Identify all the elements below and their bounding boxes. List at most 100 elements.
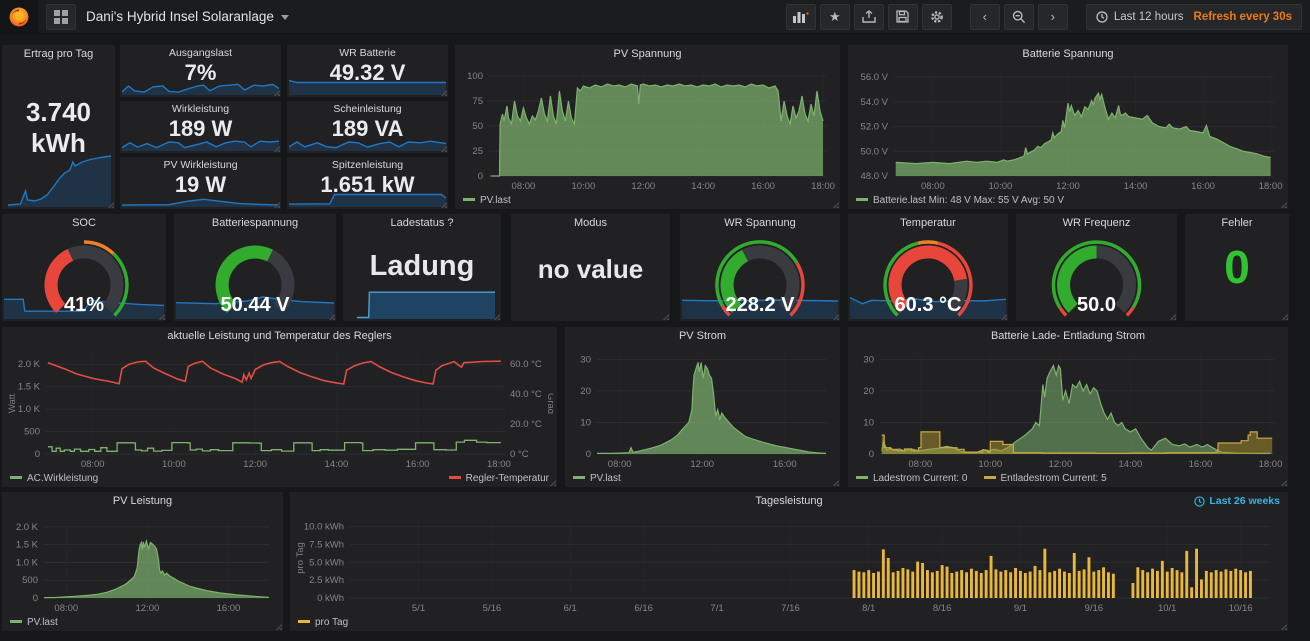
panel-tagesleistung: Tagesleistung Last 26 weeks 5/15/166/16/… xyxy=(290,492,1288,631)
chart-legend[interactable]: Batterie.last Min: 48 V Max: 55 V Avg: 5… xyxy=(856,193,1280,207)
panel-title[interactable]: Ladestatus ? xyxy=(343,214,501,233)
panel-time-range-override[interactable]: Last 26 weeks xyxy=(1194,495,1280,507)
chart-legend[interactable]: Ladestrom Current: 0 Entladestrom Current… xyxy=(856,471,1280,485)
svg-text:30: 30 xyxy=(863,354,874,365)
legend-item[interactable]: Entladestrom Current: 5 xyxy=(984,473,1107,484)
svg-text:41%: 41% xyxy=(64,294,104,316)
star-icon: ★ xyxy=(829,9,841,25)
grafana-dashboard: Dani's Hybrid Insel Solaranlage ★ xyxy=(0,0,1310,641)
ertrag-sparkline xyxy=(8,155,111,207)
svg-text:8/1: 8/1 xyxy=(862,603,875,614)
panel-title[interactable]: Ausgangslast xyxy=(120,45,281,60)
panel-title[interactable]: PV Leistung xyxy=(2,492,283,511)
panel-wirkleistung: Wirkleistung 189 W xyxy=(120,101,281,153)
dashboard-title[interactable]: Dani's Hybrid Insel Solaranlage xyxy=(86,9,289,24)
panel-title[interactable]: PV Wirkleistung xyxy=(120,157,281,172)
refresh-interval-label[interactable]: Refresh every 30s xyxy=(1194,11,1292,23)
svg-text:50: 50 xyxy=(472,121,483,132)
panel-title[interactable]: PV Strom xyxy=(565,327,840,346)
svg-text:14:00: 14:00 xyxy=(1124,181,1148,192)
panel-title[interactable]: Batterie Spannung xyxy=(848,45,1288,64)
svg-text:16:00: 16:00 xyxy=(1189,459,1213,470)
legend-item[interactable]: pro Tag xyxy=(298,617,348,628)
svg-text:16:00: 16:00 xyxy=(406,459,430,470)
svg-text:20.0 °C: 20.0 °C xyxy=(510,419,542,430)
soc-gauge: 41% xyxy=(2,231,166,321)
legend-item[interactable]: Batterie.last Min: 48 V Max: 55 V Avg: 5… xyxy=(856,195,1064,206)
pv-leistung-chart[interactable]: 08:0012:0016:0005001.0 K1.5 K2.0 K xyxy=(6,511,279,614)
navbar: Dani's Hybrid Insel Solaranlage ★ xyxy=(0,0,1310,34)
tagesleistung-chart[interactable]: 5/15/166/16/167/17/168/18/169/19/1610/11… xyxy=(294,511,1284,614)
legend-item[interactable]: Ladestrom Current: 0 xyxy=(856,473,968,484)
chart-legend[interactable]: pro Tag xyxy=(298,615,1280,629)
svg-text:12:00: 12:00 xyxy=(631,181,655,192)
panel-title[interactable]: aktuelle Leistung und Temperatur des Reg… xyxy=(2,327,557,346)
panel-spitzenleistung: Spitzenleistung 1.651 kW xyxy=(287,157,448,209)
time-forward-button[interactable]: › xyxy=(1038,4,1068,30)
batteriespannung-gauge: 50.44 V xyxy=(174,231,336,321)
chart-legend[interactable]: PV.last xyxy=(573,471,832,485)
legend-item[interactable]: AC.Wirkleistung xyxy=(10,473,98,484)
svg-text:0: 0 xyxy=(35,449,40,460)
svg-text:1.5 K: 1.5 K xyxy=(18,382,41,393)
svg-text:10:00: 10:00 xyxy=(162,459,186,470)
chart-legend[interactable]: AC.Wirkleistung Regler-Temperatur xyxy=(10,471,549,485)
panel-title[interactable]: Spitzenleistung xyxy=(287,157,448,172)
panel-title[interactable]: Modus xyxy=(511,214,670,233)
panel-title[interactable]: Tagesleistung xyxy=(290,492,1288,511)
chart-legend[interactable]: PV.last xyxy=(10,615,275,629)
share-button[interactable] xyxy=(854,4,884,30)
svg-text:30: 30 xyxy=(580,354,591,365)
modus-value: no value xyxy=(511,254,670,285)
svg-text:14:00: 14:00 xyxy=(1119,459,1143,470)
legend-item[interactable]: PV.last xyxy=(10,617,58,628)
wr-spannung-gauge: 228.2 V xyxy=(680,231,840,321)
settings-gear-button[interactable] xyxy=(922,4,952,30)
time-back-button[interactable]: ‹ xyxy=(970,4,1000,30)
star-button[interactable]: ★ xyxy=(820,4,850,30)
panel-soc: SOC 41% xyxy=(2,214,166,321)
svg-text:08:00: 08:00 xyxy=(608,459,632,470)
panel-title[interactable]: WR Batterie xyxy=(287,45,448,60)
batterie-spannung-chart[interactable]: 08:0010:0012:0014:0016:0018:0048.0 V50.0… xyxy=(852,64,1284,192)
legend-item[interactable]: Regler-Temperatur xyxy=(449,473,549,484)
panel-batteriespannung-gauge: Batteriespannung 50.44 V xyxy=(174,214,336,321)
svg-text:Grad: Grad xyxy=(545,393,553,414)
svg-text:14:00: 14:00 xyxy=(691,181,715,192)
svg-text:10/16: 10/16 xyxy=(1229,603,1253,614)
panel-ladestatus: Ladestatus ? Ladung xyxy=(343,214,501,321)
add-panel-button[interactable] xyxy=(786,4,816,30)
legend-item[interactable]: PV.last xyxy=(463,195,511,206)
svg-text:10:00: 10:00 xyxy=(978,459,1002,470)
time-range-picker[interactable]: Last 12 hours Refresh every 30s xyxy=(1086,4,1302,30)
svg-text:8/16: 8/16 xyxy=(933,603,952,614)
panel-title[interactable]: Ertrag pro Tag xyxy=(2,45,115,64)
panel-title[interactable]: Wirkleistung xyxy=(120,101,281,116)
svg-text:10.0 kWh: 10.0 kWh xyxy=(304,522,344,533)
panel-title[interactable]: Fehler xyxy=(1185,214,1289,233)
panel-title[interactable]: Batterie Lade- Entladung Strom xyxy=(848,327,1288,346)
zoom-out-button[interactable] xyxy=(1004,4,1034,30)
dashboard-picker-icon[interactable] xyxy=(46,4,76,30)
pv-spannung-chart[interactable]: 08:0010:0012:0014:0016:0018:000255075100 xyxy=(459,64,836,192)
lade-entlade-chart[interactable]: 08:0010:0012:0014:0016:0018:000102030 xyxy=(852,346,1284,470)
chart-legend[interactable]: PV.last xyxy=(463,193,832,207)
clock-icon xyxy=(1096,11,1108,23)
svg-text:50.0: 50.0 xyxy=(1077,294,1116,316)
panel-scheinleistung: Scheinleistung 189 VA xyxy=(287,101,448,153)
aktuelle-chart[interactable]: 08:0010:0012:0014:0016:0018:0005001.0 K1… xyxy=(6,346,553,470)
svg-text:0 kWh: 0 kWh xyxy=(317,593,344,604)
svg-text:12:00: 12:00 xyxy=(1056,181,1080,192)
svg-text:16:00: 16:00 xyxy=(751,181,775,192)
ladestatus-sparkline xyxy=(357,289,495,319)
pv-strom-chart[interactable]: 08:0012:0016:000102030 xyxy=(569,346,836,470)
panel-pv-wirkleistung: PV Wirkleistung 19 W xyxy=(120,157,281,209)
svg-text:9/16: 9/16 xyxy=(1085,603,1104,614)
temperatur-gauge: 60.3 °C xyxy=(848,231,1008,321)
panel-title[interactable]: Scheinleistung xyxy=(287,101,448,116)
save-button[interactable] xyxy=(888,4,918,30)
panel-title[interactable]: PV Spannung xyxy=(455,45,840,64)
svg-text:18:00: 18:00 xyxy=(1259,181,1283,192)
grafana-logo-icon[interactable] xyxy=(0,0,38,34)
legend-item[interactable]: PV.last xyxy=(573,473,621,484)
